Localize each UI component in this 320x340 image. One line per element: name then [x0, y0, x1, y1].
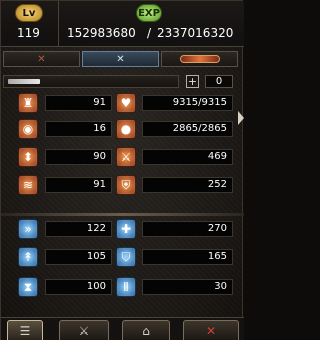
header: Lv 119 EXP 152983680 / 2337016320	[1, 1, 244, 47]
stat-value-right: 252	[142, 177, 233, 193]
exp-badge: EXP	[136, 4, 162, 22]
mana-orb-icon: ●	[116, 119, 136, 139]
tab-ranged[interactable]: ✕	[82, 51, 159, 67]
crossed-swords-icon: ✕	[37, 53, 46, 65]
heart-icon: ♥	[116, 93, 136, 113]
armor-icon: ⌂	[142, 323, 150, 338]
weapon-slot-bar	[3, 75, 179, 88]
tab-melee[interactable]: ✕	[3, 51, 80, 67]
stat-value-left: 16	[45, 121, 112, 137]
critical-icon: ✚	[116, 219, 136, 239]
tab-gem[interactable]	[161, 51, 238, 67]
stat-value-left: 91	[45, 177, 112, 193]
stat-value-right: 469	[142, 149, 233, 165]
stat-value-left: 105	[45, 249, 112, 265]
stat-row: ⧗ 100 Ⅱ 30	[1, 277, 244, 303]
crossed-swords-icon: ✕	[116, 53, 125, 65]
stat-row: ≋ 91 ⛨ 252	[1, 175, 244, 201]
character-stats-panel: Lv 119 EXP 152983680 / 2337016320 ✕ ✕ + …	[0, 0, 244, 340]
boot-icon: ⬍	[18, 147, 38, 167]
defense-icon: ⛉	[116, 247, 136, 267]
character-card-icon: ☰	[19, 323, 31, 338]
character-button[interactable]: ☰	[7, 320, 43, 340]
stat-row: » 122 ✚ 270	[1, 219, 244, 245]
stat-row: ⬍ 90 ⚔ 469	[1, 147, 244, 173]
weapon-button[interactable]: ⚔	[59, 320, 109, 340]
evasion-icon: ↟	[18, 247, 38, 267]
exp-separator: /	[147, 26, 152, 40]
bottom-button-bar: ☰ ⚔ ⌂ ✕	[1, 317, 244, 340]
stat-value-right: 270	[142, 221, 233, 237]
stat-row: ♜ 91 ♥ 9315/9315	[1, 93, 244, 119]
stat-points-value: 0	[205, 75, 233, 88]
stat-row: ◉ 16 ● 2865/2865	[1, 119, 244, 145]
speed-icon: »	[18, 219, 38, 239]
section-divider	[1, 213, 244, 216]
gem-icon	[179, 55, 220, 63]
stat-value-left: 91	[45, 95, 112, 111]
pierce-icon: Ⅱ	[116, 277, 136, 297]
exp-current: 152983680	[67, 26, 136, 40]
potion-button[interactable]: ✕	[183, 320, 239, 340]
stat-value-left: 122	[45, 221, 112, 237]
stat-points-bar: + 0	[1, 73, 244, 89]
head-icon: ◉	[18, 119, 38, 139]
sword-icon	[8, 79, 40, 84]
shield-icon: ⛨	[116, 175, 136, 195]
attack-icon: ⚔	[116, 147, 136, 167]
tab-row: ✕ ✕	[1, 48, 244, 70]
header-divider	[58, 1, 59, 47]
stat-value-right: 2865/2865	[142, 121, 233, 137]
stat-value-right: 165	[142, 249, 233, 265]
stat-value-left: 90	[45, 149, 112, 165]
armor-button[interactable]: ⌂	[122, 320, 170, 340]
wing-icon: ≋	[18, 175, 38, 195]
stat-value-right: 9315/9315	[142, 95, 233, 111]
sword-icon: ⚔	[78, 323, 90, 338]
add-points-button[interactable]: +	[186, 75, 199, 88]
stat-value-right: 30	[142, 279, 233, 295]
level-value: 119	[17, 26, 40, 40]
hourglass-icon: ⧗	[18, 277, 38, 297]
strength-icon: ♜	[18, 93, 38, 113]
exp-max: 2337016320	[157, 26, 234, 40]
stat-row: ↟ 105 ⛉ 165	[1, 247, 244, 273]
stat-value-left: 100	[45, 279, 112, 295]
level-badge: Lv	[15, 4, 43, 22]
potion-icon: ✕	[205, 323, 217, 338]
